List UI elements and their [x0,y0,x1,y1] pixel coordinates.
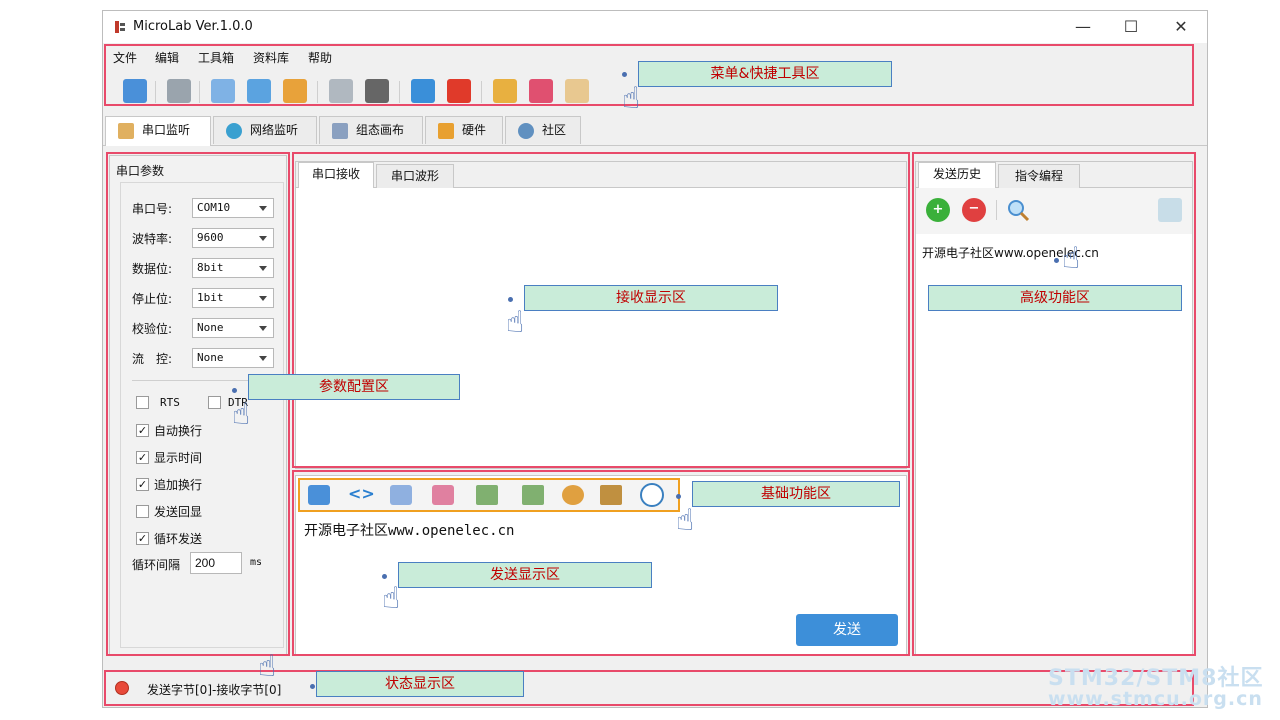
callout-params: 参数配置区 [248,374,460,400]
hand-cursor-icon: ☝ [676,506,694,536]
cart-icon [438,123,454,139]
canvas-icon [332,123,348,139]
tab-community[interactable]: 社区 [505,116,581,144]
hand-cursor-icon: ☝ [506,308,524,338]
hand-cursor-icon: ☝ [232,400,250,430]
params-pointer-dot [232,388,237,393]
callout-advanced: 高级功能区 [928,285,1182,311]
main-tabs: 串口监听 网络监听 组态画布 硬件 社区 [103,113,1207,146]
maximize-button[interactable]: ☐ [1111,15,1151,39]
basic-pointer-dot [676,494,681,499]
hand-cursor-icon: ☝ [382,584,400,614]
send-pointer-dot [382,574,387,579]
close-button[interactable]: ✕ [1161,15,1201,39]
minimize-button[interactable]: — [1063,15,1103,39]
app-logo-icon [113,19,127,35]
hand-cursor-icon: ☝ [622,84,640,114]
tab-network[interactable]: 网络监听 [213,116,317,144]
hand-cursor-icon: ☝ [258,652,276,682]
tab-serial[interactable]: 串口监听 [105,116,211,146]
advanced-pointer-dot [1054,258,1059,263]
callout-send: 发送显示区 [398,562,652,588]
params-highlight [106,152,290,656]
title-bar: MicroLab Ver.1.0.0 — ☐ ✕ [103,11,1207,43]
status-pointer-dot [310,684,315,689]
tab-canvas[interactable]: 组态画布 [319,116,423,144]
advanced-highlight [912,152,1196,656]
watermark-url: www.stmcu.org.cn [1048,688,1263,710]
callout-basic: 基础功能区 [692,481,900,507]
community-icon [518,123,534,139]
window-title: MicroLab Ver.1.0.0 [133,19,253,34]
globe-icon [226,123,242,139]
tab-hardware[interactable]: 硬件 [425,116,503,144]
menu-pointer-dot [622,72,627,77]
callout-status: 状态显示区 [316,671,524,697]
receive-pointer-dot [508,297,513,302]
callout-receive: 接收显示区 [524,285,778,311]
callout-menu: 菜单&快捷工具区 [638,61,892,87]
hand-cursor-icon: ☝ [1062,244,1080,274]
serial-icon [118,123,134,139]
